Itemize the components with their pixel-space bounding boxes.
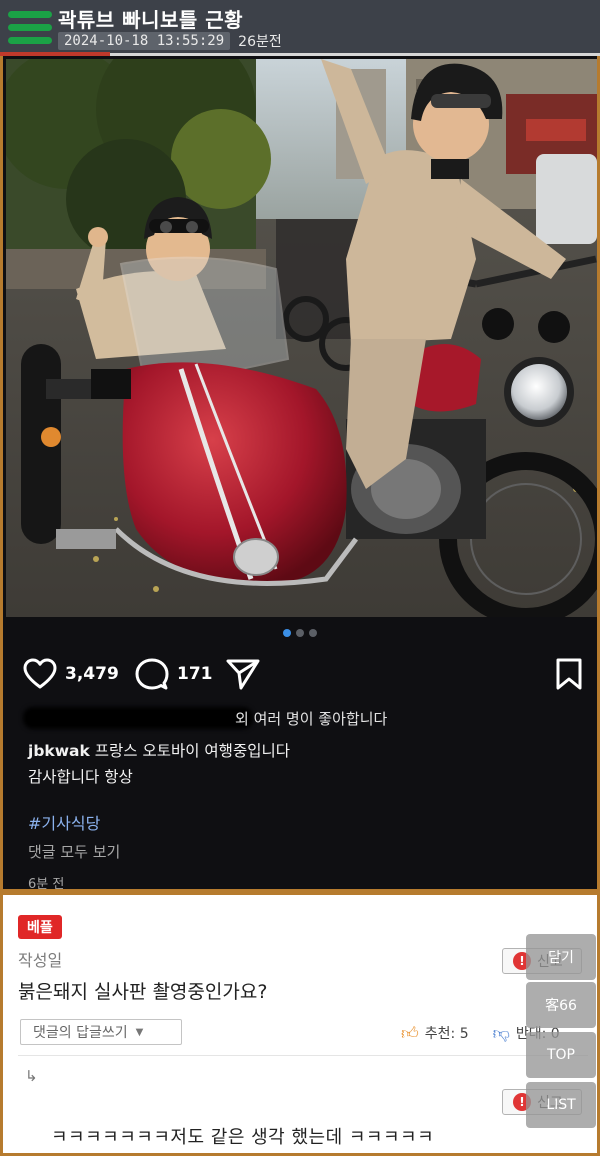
reply-to-comment-dropdown[interactable]: 댓글의 답글쓰기 ▼ — [20, 1019, 182, 1045]
comment-count-button[interactable]: 客66 — [526, 982, 596, 1028]
chevron-down-icon: ▼ — [135, 1026, 144, 1038]
post-photo[interactable] — [6, 59, 597, 617]
post-time-ago: 26분전 — [238, 34, 282, 50]
reply-button-label: 댓글의 답글쓰기 — [33, 1025, 128, 1041]
comment-button[interactable]: 171 — [135, 654, 213, 694]
carousel-indicator — [3, 629, 597, 639]
thumbs-up-icon[interactable]: 👍︎ — [401, 1023, 419, 1044]
reply-comment-text: ㅋㅋㅋㅋㅋㅋㅋ저도 같은 생각 했는데 ㅋㅋㅋㅋㅋ — [51, 1127, 435, 1148]
reply-arrow-icon: ↳ — [25, 1067, 38, 1085]
scroll-top-button[interactable]: TOP — [526, 1032, 596, 1078]
hashtag-link[interactable]: #기사식당 — [28, 810, 100, 834]
thumbs-down-icon[interactable]: 👎︎ — [493, 1023, 510, 1044]
heart-icon — [23, 658, 57, 689]
motorcycle-sidecar-photo — [6, 59, 597, 617]
liked-by-text: 외 여러 명이 좋아합니다 — [235, 710, 388, 728]
view-all-comments-link[interactable]: 댓글 모두 보기 — [28, 841, 120, 862]
upvote-count[interactable]: 추천: 5 — [425, 1023, 469, 1043]
post-caption: jbkwak 프랑스 오토바이 여행중입니다 감사합니다 항상 — [28, 738, 568, 790]
bookmark-icon — [556, 658, 582, 690]
instagram-post-screenshot: 3,479 171 외 여러 명이 좋아합니다 jbkwak 프랑스 오토바이 … — [0, 56, 600, 892]
post-meta: 2024-10-18 13:55:29 26분전 — [58, 30, 282, 52]
close-button[interactable]: 닫기 — [526, 934, 596, 980]
caption-line-2: 감사합니다 항상 — [28, 768, 133, 786]
top-header: 곽튜브 빠니보틀 근황 2024-10-18 13:55:29 26분전 — [0, 0, 600, 56]
comment-section: 베플 작성일 붉은돼지 실사판 촬영중인가요? ! 신고 댓글의 답글쓰기 ▼ … — [0, 892, 600, 1156]
caption-line-1: 프랑스 오토바이 여행중입니다 — [94, 742, 290, 760]
redaction-scribble — [23, 707, 253, 729]
hamburger-menu-icon[interactable] — [8, 10, 52, 46]
liked-by-line[interactable]: 외 여러 명이 좋아합니다 — [23, 706, 453, 734]
carousel-dot[interactable] — [296, 629, 304, 637]
comment-author-label: 작성일 — [18, 951, 63, 970]
paper-plane-icon — [226, 659, 260, 690]
best-comment-badge: 베플 — [18, 915, 62, 939]
carousel-dot[interactable] — [283, 629, 291, 637]
page-title: 곽튜브 빠니보틀 근황 — [58, 8, 244, 32]
best-comment-text: 붉은돼지 실사판 촬영중인가요? — [18, 981, 268, 1003]
speech-bubble-icon — [135, 658, 169, 690]
carousel-dot[interactable] — [309, 629, 317, 637]
post-action-bar: 3,479 171 — [23, 654, 583, 694]
post-date: 2024-10-18 13:55:29 — [58, 32, 231, 50]
share-button[interactable] — [225, 654, 261, 694]
list-button[interactable]: LIST — [526, 1082, 596, 1128]
like-button[interactable]: 3,479 — [23, 654, 119, 694]
save-button[interactable] — [555, 654, 583, 694]
likes-count: 3,479 — [65, 664, 119, 684]
comment-divider — [18, 1055, 588, 1056]
post-timestamp: 6분 전 — [28, 877, 65, 892]
comments-count: 171 — [177, 664, 213, 684]
post-username[interactable]: jbkwak — [28, 742, 90, 760]
